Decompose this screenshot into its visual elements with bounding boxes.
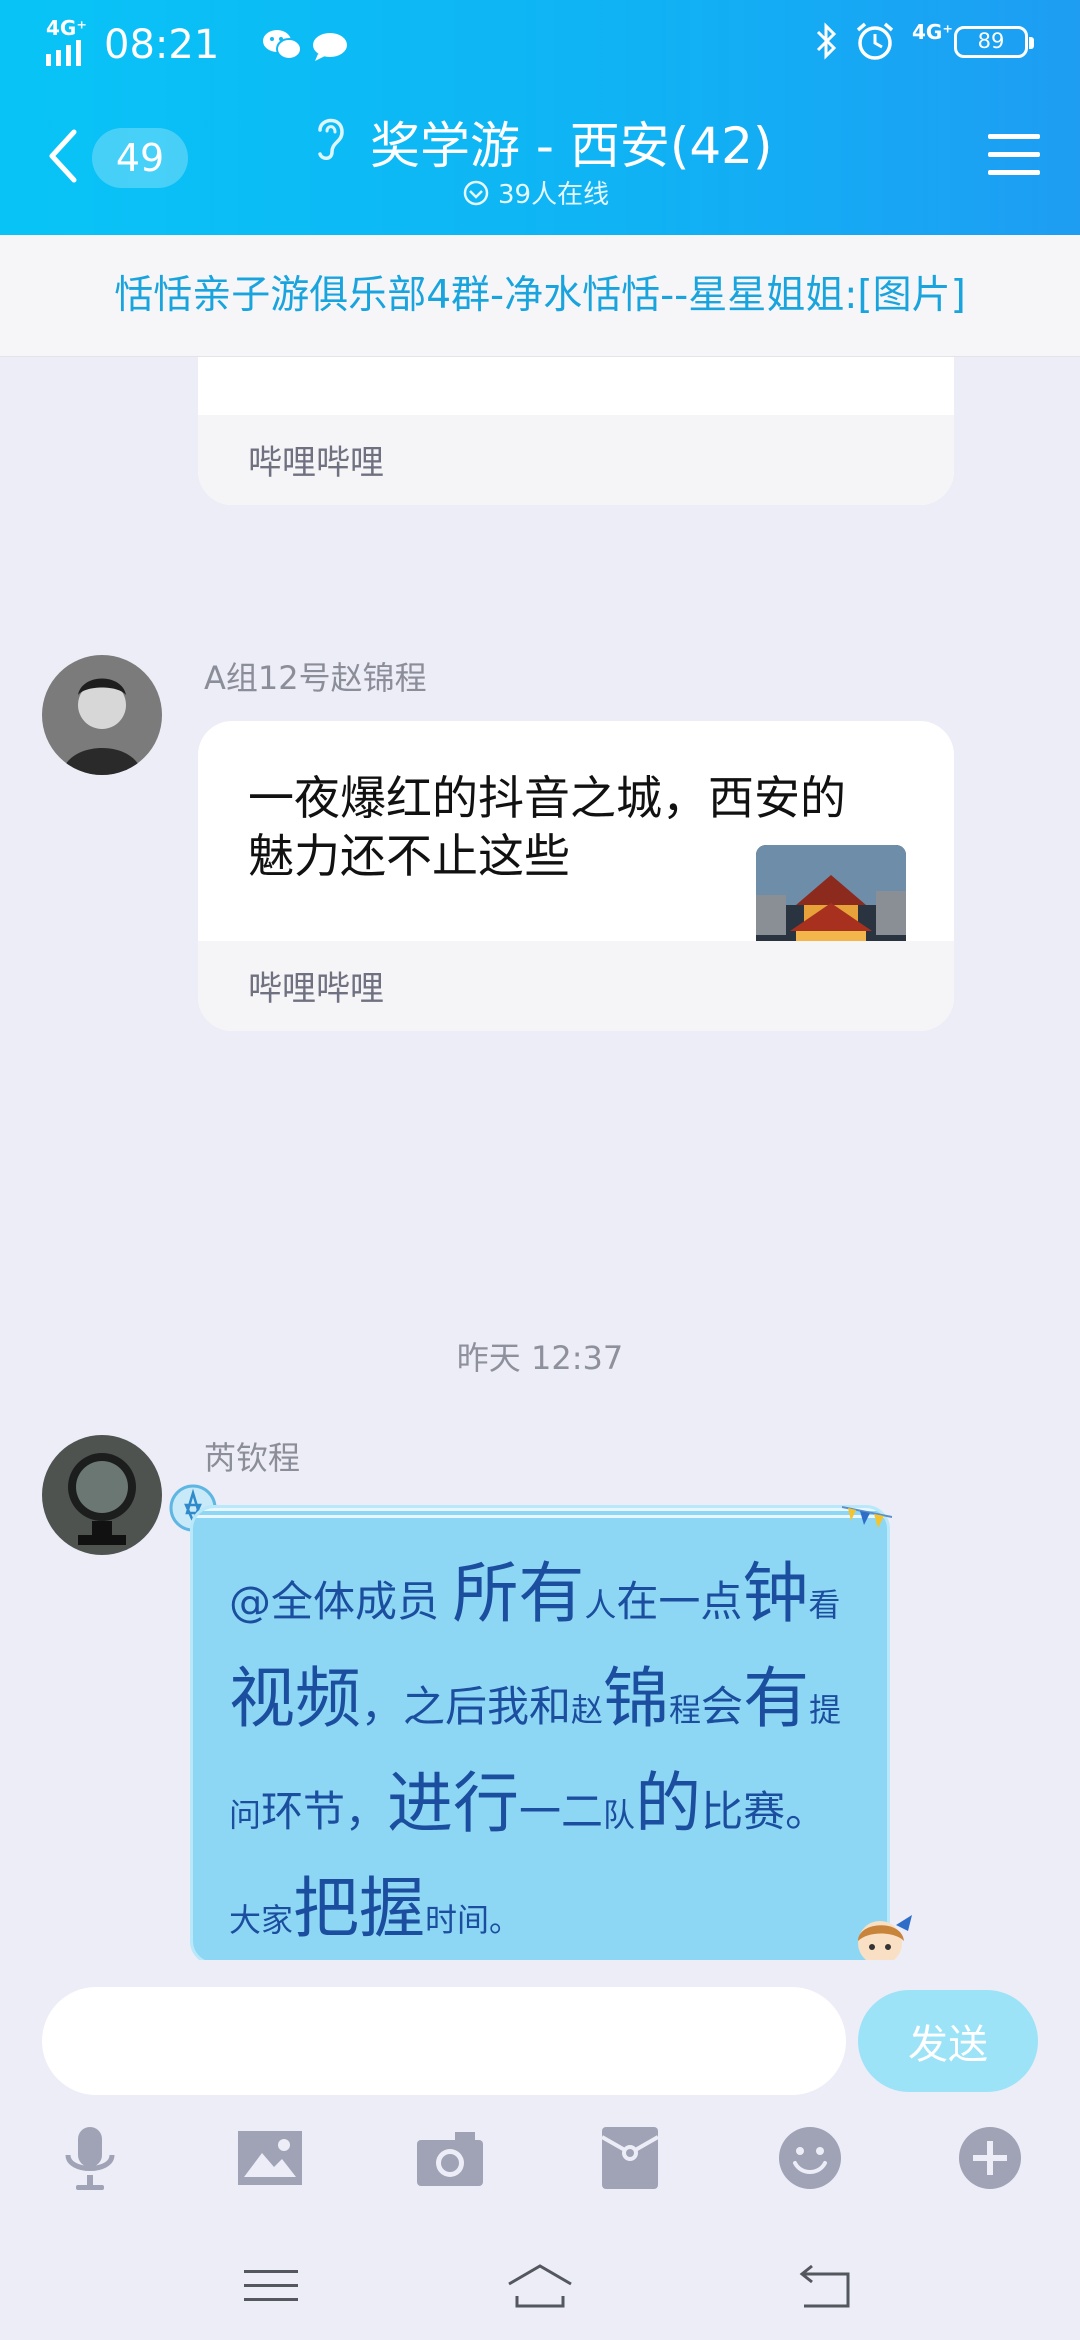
status-time: 08:21 (104, 22, 220, 68)
bluetooth-icon (816, 22, 837, 60)
message-text-segment: 的 (635, 1765, 702, 1842)
sender-name: 芮钦程 (204, 1439, 301, 1477)
emoji-icon[interactable] (770, 2118, 850, 2198)
message-text-segment: 程 (669, 1691, 702, 1729)
message-bubble[interactable]: @全体成员 所有人在一点钟看视频，之后我和赵锦程会有提问环节，进行一二队的比赛。… (190, 1505, 890, 1960)
input-area: 发送 (0, 1960, 1080, 2340)
red-packet-icon[interactable] (590, 2118, 670, 2198)
alarm-icon (856, 22, 894, 60)
ear-icon (318, 118, 344, 160)
message-text-segment: 有 (743, 1660, 810, 1737)
message-text-segment: ，之后我和 (361, 1682, 572, 1731)
unread-count-badge[interactable]: 49 (92, 128, 188, 188)
sender-name: A组12号赵锦程 (204, 659, 427, 697)
share-card-footer: 哔哩哔哩 (198, 415, 954, 505)
message-text-segment: 比赛。 (701, 1787, 828, 1836)
message-text: @全体成员 所有人在一点钟看视频，之后我和赵锦程会有提问环节，进行一二队的比赛。… (229, 1550, 859, 1960)
share-source: 哔哩哔哩 (248, 443, 384, 483)
avatar[interactable] (42, 1435, 162, 1555)
chat-title: 奖学游 - 西安(42) (370, 117, 773, 175)
pinned-notice[interactable]: 恬恬亲子游俱乐部4群-净水恬恬--星星姐姐:[图片] (0, 235, 1080, 357)
back-nav-icon[interactable] (790, 2258, 860, 2314)
message-text-segment: 时 (425, 1901, 458, 1939)
image-icon[interactable] (230, 2118, 310, 2198)
system-navigation-bar (0, 2230, 1080, 2340)
message-text-segment: 看 (808, 1586, 841, 1624)
message-text-segment: 间。 (457, 1901, 522, 1939)
camera-icon[interactable] (410, 2118, 490, 2198)
chat-header: 4G⁺ 08:21 4G⁺ 89 49 奖学游 - 西安(42) 39人在线 (0, 0, 1080, 235)
message-text-segment: 钟 (742, 1555, 809, 1632)
status-bar: 4G⁺ 08:21 4G⁺ 89 (0, 0, 1080, 80)
status-right: 4G⁺ 89 (814, 18, 1054, 64)
share-card-footer: 哔哩哔哩 (198, 941, 954, 1031)
message-text-segment: 赵 (571, 1691, 604, 1729)
menu-nav-icon[interactable] (236, 2258, 306, 2314)
message-text-segment: 把握 (293, 1870, 426, 1947)
message-text-segment: 人 (584, 1586, 617, 1624)
message-text-segment: 在一点 (616, 1577, 743, 1626)
message-timestamp: 昨天 12:37 (456, 1339, 624, 1377)
chat-messages[interactable]: 哔哩哔哩 A组12号赵锦程 一夜爆红的抖音之城，西安的魅力还不止这些 哔哩哔哩 … (0, 235, 1080, 1960)
message-text-segment: 队 (603, 1796, 636, 1834)
online-icon (463, 180, 489, 205)
message-text-segment: 环节， (261, 1787, 388, 1836)
share-card[interactable]: 一夜爆红的抖音之城，西安的魅力还不止这些 哔哩哔哩 (198, 721, 954, 1031)
back-arrow-icon[interactable] (48, 128, 78, 184)
flag-decoration-icon (842, 1506, 892, 1528)
character-sticker-icon (858, 1915, 912, 1960)
message-text-segment: 所有 (452, 1555, 585, 1632)
menu-icon[interactable] (988, 132, 1040, 178)
plus-icon[interactable] (950, 2118, 1030, 2198)
microphone-icon[interactable] (50, 2118, 130, 2198)
battery-icon: 89 (954, 26, 1034, 58)
online-count: 39人在线 (498, 180, 610, 210)
share-source: 哔哩哔哩 (248, 969, 384, 1009)
bubble-decoration (193, 1508, 887, 1522)
message-text-segment: @全体成员 (229, 1577, 453, 1626)
signal-icon (46, 40, 81, 66)
avatar[interactable] (42, 655, 162, 775)
wechat-icon (263, 30, 302, 60)
send-button[interactable]: 发送 (858, 1990, 1038, 2092)
message-text-segment: 会 (701, 1682, 744, 1731)
network-type-right: 4G⁺ (912, 20, 953, 44)
online-status: 39人在线 (462, 174, 609, 211)
home-nav-icon[interactable] (505, 2258, 575, 2314)
message-icon (313, 33, 347, 61)
message-text-segment: 视频 (229, 1660, 361, 1737)
message-text-segment: 进行 (387, 1765, 520, 1842)
message-text-segment: 一二 (519, 1787, 604, 1836)
input-toolbar (0, 2118, 1080, 2208)
message-text-segment: 锦 (603, 1660, 670, 1737)
message-input[interactable] (42, 1987, 846, 2095)
message-text-segment: 大家 (229, 1901, 294, 1939)
network-type: 4G⁺ (46, 16, 87, 40)
